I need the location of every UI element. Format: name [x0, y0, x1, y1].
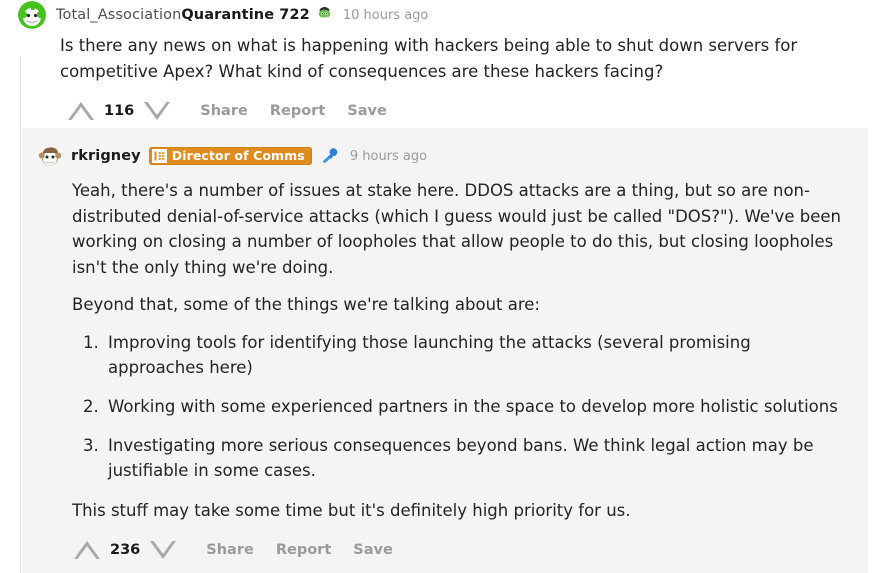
comment-body-reply: Yeah, there's a number of issues at stak… [22, 172, 868, 523]
reply-paragraph-3: This stuff may take some time but it's d… [72, 500, 631, 520]
reply-paragraph-2: Beyond that, some of the things we're ta… [72, 295, 540, 315]
snoo-flair-icon [317, 5, 332, 25]
flair-label: Director of Comms [171, 147, 305, 163]
snoo-avatar-tan[interactable] [38, 144, 62, 168]
timestamp-reply: 9 hours ago [349, 148, 428, 164]
downvote-arrow-icon[interactable] [142, 100, 172, 122]
comment-thread: Total_AssociationQuarantine 722 10 hours… [0, 0, 888, 573]
user-flair-badge[interactable]: Director of Comms [148, 147, 312, 165]
comment-header: Total_AssociationQuarantine 722 10 hours… [0, 0, 888, 30]
comment-actions-top: 116 Share Report Save [0, 96, 888, 126]
score-top: 116 [104, 103, 135, 120]
list-dots-icon [151, 149, 167, 163]
comment-top-level: Total_AssociationQuarantine 722 10 hours… [0, 0, 888, 126]
timestamp-top: 10 hours ago [342, 7, 429, 23]
share-button-reply[interactable]: Share [206, 542, 254, 558]
save-button-reply[interactable]: Save [353, 542, 393, 558]
report-button-top[interactable]: Report [270, 103, 325, 119]
username-top[interactable]: Total_AssociationQuarantine 722 [56, 7, 310, 23]
username-suffix: Quarantine 722 [181, 7, 310, 23]
reply-paragraph-1: Yeah, there's a number of issues at stak… [72, 181, 841, 277]
thread-collapse-line[interactable] [20, 56, 21, 573]
list-item: Improving tools for identifying those la… [104, 330, 844, 381]
list-item: Working with some experienced partners i… [104, 394, 844, 420]
score-reply: 236 [110, 542, 141, 559]
share-button-top[interactable]: Share [200, 103, 248, 119]
reply-header: rkrigney Director of Comms 9 hours ago [22, 128, 868, 172]
comment-actions-reply: 236 Share Report Save [22, 535, 868, 565]
username-reply[interactable]: rkrigney [71, 148, 141, 164]
reply-ordered-list: Improving tools for identifying those la… [72, 330, 844, 484]
upvote-arrow-icon[interactable] [66, 100, 96, 122]
save-button-top[interactable]: Save [347, 103, 387, 119]
upvote-arrow-icon[interactable] [72, 539, 102, 561]
comment-reply-highlighted: rkrigney Director of Comms 9 hours ago Y… [22, 128, 868, 573]
snoo-avatar-green[interactable] [18, 1, 46, 29]
list-item: Investigating more serious consequences … [104, 433, 844, 484]
username-prefix: Total_Association [56, 7, 182, 23]
downvote-arrow-icon[interactable] [148, 539, 178, 561]
comment-body-top: Is there any news on what is happening w… [0, 30, 888, 84]
microphone-icon [321, 147, 339, 165]
comment-paragraph: Is there any news on what is happening w… [60, 36, 798, 81]
report-button-reply[interactable]: Report [276, 542, 331, 558]
